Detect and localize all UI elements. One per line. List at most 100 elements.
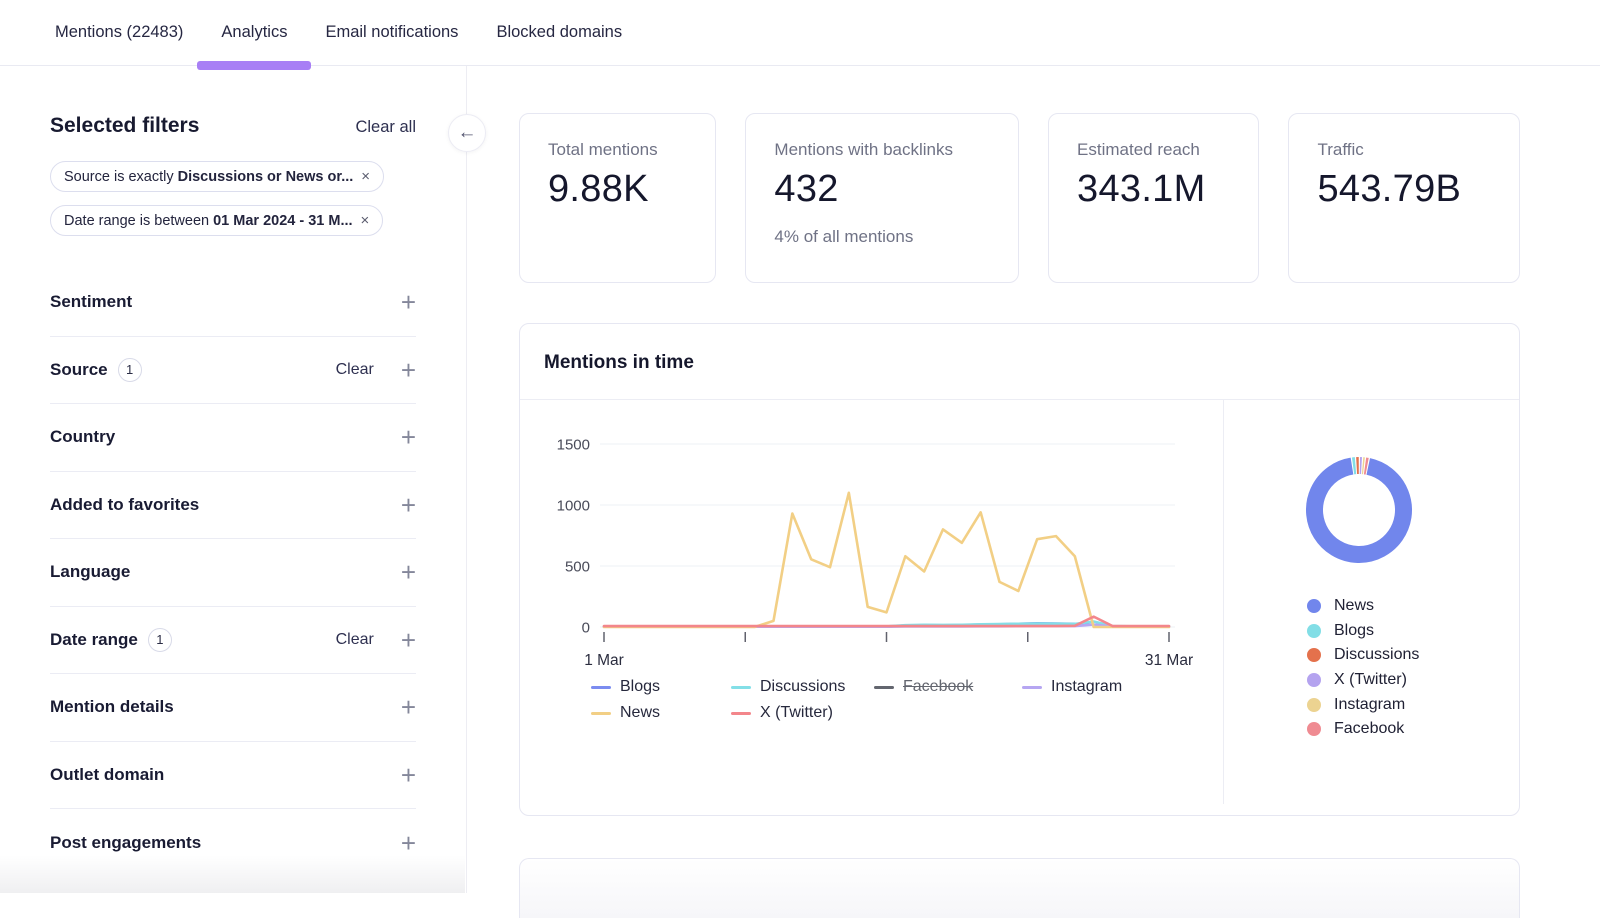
filter-row-mention-details[interactable]: Mention details +	[50, 674, 416, 742]
stat-card-estimated-reach: Estimated reach 343.1M	[1048, 113, 1259, 283]
stat-value: 9.88K	[548, 168, 687, 211]
donut-slice-news	[1315, 466, 1404, 554]
donut-legend-label: Instagram	[1334, 696, 1405, 714]
tab-analytics[interactable]: Analytics	[221, 0, 287, 66]
stat-card-traffic: Traffic 543.79B	[1288, 113, 1520, 283]
plus-icon[interactable]: +	[401, 495, 416, 515]
svg-text:1000: 1000	[557, 498, 590, 515]
filter-label: Language	[50, 562, 130, 582]
plus-icon[interactable]: +	[401, 562, 416, 582]
donut-legend-item-discussions[interactable]: Discussions	[1307, 643, 1520, 668]
filter-chip-date-range[interactable]: Date range is between 01 Mar 2024 - 31 M…	[50, 205, 383, 236]
legend-label: Instagram	[1051, 678, 1122, 696]
selected-filters-title: Selected filters	[50, 114, 199, 138]
collapse-sidebar-button[interactable]: ←	[448, 114, 486, 152]
filter-row-country[interactable]: Country +	[50, 404, 416, 472]
filter-row-post-engagements[interactable]: Post engagements +	[50, 809, 416, 877]
donut-legend-dot	[1307, 673, 1321, 687]
legend-swatch	[731, 686, 751, 689]
legend-label: News	[620, 704, 660, 722]
stat-cards-row: Total mentions 9.88K Mentions with backl…	[519, 113, 1520, 283]
chip-date-value: 01 Mar 2024 - 31 M...	[213, 213, 352, 229]
donut-legend-item-x-twitter-[interactable]: X (Twitter)	[1307, 668, 1520, 693]
filter-label: Country	[50, 427, 115, 447]
filter-label: Added to favorites	[50, 495, 199, 515]
stat-note: 4% of all mentions	[774, 227, 990, 247]
legend-swatch	[731, 712, 751, 715]
filter-count-badge: 1	[148, 628, 172, 652]
mentions-line-chart: 0500100015001 Mar31 Mar	[520, 400, 1223, 673]
legend-label: Facebook	[903, 678, 973, 696]
donut-legend-label: Facebook	[1334, 720, 1404, 738]
filter-row-language[interactable]: Language +	[50, 539, 416, 607]
donut-legend-label: Discussions	[1334, 646, 1419, 664]
filter-label: Mention details	[50, 697, 174, 717]
stat-label: Traffic	[1317, 140, 1491, 160]
donut-legend-item-instagram[interactable]: Instagram	[1307, 692, 1520, 717]
donut-legend-item-news[interactable]: News	[1307, 594, 1520, 619]
plus-icon[interactable]: +	[401, 427, 416, 447]
filter-label: Sentiment	[50, 292, 132, 312]
filter-row-sentiment[interactable]: Sentiment +	[50, 269, 416, 337]
legend-item-facebook[interactable]: Facebook	[874, 678, 1022, 696]
filter-label: Source	[50, 360, 108, 380]
legend-item-blogs[interactable]: Blogs	[591, 678, 731, 696]
legend-label: Blogs	[620, 678, 660, 696]
tab-mentions-label: Mentions (22483)	[55, 23, 183, 42]
donut-legend-label: News	[1334, 597, 1374, 615]
filter-clear-button[interactable]: Clear	[336, 361, 374, 379]
donut-legend: News Blogs Discussions X (Twitter) Instagram…	[1307, 594, 1520, 742]
filter-clear-button[interactable]: Clear	[336, 631, 374, 649]
donut-legend-dot	[1307, 698, 1321, 712]
plus-icon[interactable]: +	[401, 765, 416, 785]
svg-text:1 Mar: 1 Mar	[584, 652, 624, 669]
chip-source-prefix: Source is exactly	[64, 169, 174, 185]
legend-label: Discussions	[760, 678, 845, 696]
donut-legend-dot	[1307, 722, 1321, 736]
line-chart-pane: 0500100015001 Mar31 Mar BlogsDiscussions…	[520, 400, 1223, 804]
plus-icon[interactable]: +	[401, 697, 416, 717]
legend-swatch	[591, 712, 611, 715]
stat-label: Total mentions	[548, 140, 687, 160]
donut-legend-dot	[1307, 648, 1321, 662]
legend-item-news[interactable]: News	[591, 704, 731, 722]
stat-value: 543.79B	[1317, 168, 1491, 211]
arrow-left-icon: ←	[458, 122, 477, 144]
donut-legend-item-blogs[interactable]: Blogs	[1307, 619, 1520, 644]
filter-row-added-to-favorites[interactable]: Added to favorites +	[50, 472, 416, 540]
tab-blocked-domains[interactable]: Blocked domains	[496, 0, 622, 66]
filter-chip-source[interactable]: Source is exactly Discussions or News or…	[50, 161, 384, 192]
svg-text:1500: 1500	[557, 437, 590, 454]
filter-row-date-range[interactable]: Date range 1 Clear +	[50, 607, 416, 675]
filter-row-outlet-domain[interactable]: Outlet domain +	[50, 742, 416, 810]
tab-email-notifications[interactable]: Email notifications	[325, 0, 458, 66]
chip-source-value: Discussions or News or...	[178, 169, 354, 185]
legend-item-x-twitter-[interactable]: X (Twitter)	[731, 704, 874, 722]
donut-legend-dot	[1307, 624, 1321, 638]
tab-mentions[interactable]: Mentions (22483)	[55, 0, 183, 66]
legend-swatch	[591, 686, 611, 689]
legend-item-discussions[interactable]: Discussions	[731, 678, 874, 696]
stat-label: Estimated reach	[1077, 140, 1230, 160]
tab-email-notifications-label: Email notifications	[325, 23, 458, 42]
filter-row-source[interactable]: Source 1 Clear +	[50, 337, 416, 405]
plus-icon[interactable]: +	[401, 630, 416, 650]
top-tab-bar: Mentions (22483) Analytics Email notific…	[0, 0, 1600, 66]
svg-text:31 Mar: 31 Mar	[1145, 652, 1193, 669]
legend-swatch	[874, 686, 894, 689]
stat-value: 432	[774, 168, 990, 211]
clear-all-button[interactable]: Clear all	[355, 118, 416, 137]
legend-label: X (Twitter)	[760, 704, 833, 722]
plus-icon[interactable]: +	[401, 360, 416, 380]
plus-icon[interactable]: +	[401, 833, 416, 853]
donut-legend-label: X (Twitter)	[1334, 671, 1407, 689]
filter-label: Date range	[50, 630, 138, 650]
chip-date-close-icon[interactable]: ×	[361, 212, 370, 229]
series-line-News	[604, 493, 1169, 627]
plus-icon[interactable]: +	[401, 292, 416, 312]
chip-source-close-icon[interactable]: ×	[361, 168, 370, 185]
legend-item-instagram[interactable]: Instagram	[1022, 678, 1223, 696]
tab-analytics-label: Analytics	[221, 23, 287, 42]
donut-legend-item-facebook[interactable]: Facebook	[1307, 717, 1520, 742]
next-section-card-partial	[519, 858, 1520, 918]
